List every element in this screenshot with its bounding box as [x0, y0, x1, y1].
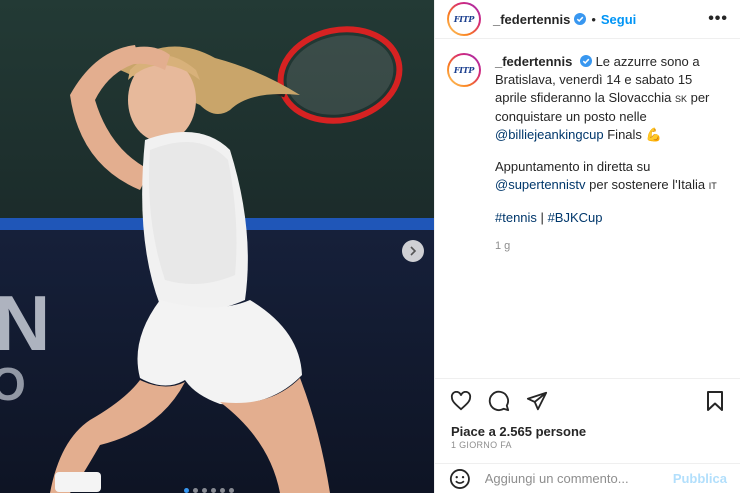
muscle-emoji: 💪 — [645, 127, 662, 142]
carousel-dot — [229, 488, 234, 493]
avatar-inner: FITP — [449, 55, 479, 85]
share-icon — [526, 391, 548, 410]
hashtag-separator: | — [540, 210, 544, 225]
bookmark-icon — [707, 390, 723, 411]
follow-button[interactable]: Segui — [601, 12, 636, 27]
avatar-logo: FITP — [453, 65, 475, 75]
carousel-dot — [193, 488, 198, 493]
comment-icon — [488, 390, 510, 411]
post-header: FITP _federtennis • Segui ••• — [435, 0, 740, 39]
avatar[interactable]: FITP — [447, 2, 481, 36]
avatar-logo: FITP — [453, 14, 475, 24]
heart-icon — [450, 390, 472, 410]
caption-username[interactable]: _federtennis — [495, 54, 572, 69]
svg-text:O: O — [0, 358, 26, 410]
flag-it: IT — [708, 181, 717, 191]
more-options-button[interactable]: ••• — [708, 10, 728, 28]
post-side-panel: FITP _federtennis • Segui ••• FITP _fede… — [434, 0, 740, 493]
mention-supertennistv[interactable]: @supertennistv — [495, 177, 586, 192]
caption-avatar[interactable]: FITP — [447, 53, 481, 87]
post-date[interactable]: 1 GIORNO FA — [451, 440, 512, 450]
post-photo[interactable]: N O — [0, 0, 434, 493]
save-button[interactable] — [703, 389, 727, 413]
separator-dot: • — [591, 11, 596, 27]
hashtag-tennis[interactable]: #tennis — [495, 210, 537, 225]
chevron-right-icon — [410, 246, 417, 256]
mention-billiejeankingcup[interactable]: @billiejeankingcup — [495, 127, 604, 142]
publish-button[interactable]: Pubblica — [673, 471, 727, 486]
caption-text: _federtennis Le azzurre sono a Bratislav… — [495, 53, 727, 255]
share-button[interactable] — [525, 389, 549, 413]
carousel-indicator — [184, 488, 234, 493]
avatar-inner: FITP — [449, 4, 479, 34]
flag-sk: SK — [674, 94, 687, 104]
like-button[interactable] — [449, 389, 473, 413]
caption-line-2b: per sostenere l'Italia — [589, 177, 706, 192]
username[interactable]: _federtennis — [493, 12, 570, 27]
caption-line-2: Appuntamento in diretta su — [495, 159, 651, 174]
carousel-dot — [202, 488, 207, 493]
verified-icon — [579, 55, 592, 67]
carousel-dot — [211, 488, 216, 493]
carousel-dot — [184, 488, 189, 493]
svg-text:N: N — [0, 279, 50, 367]
tennis-player-image: N O — [0, 0, 434, 493]
emoji-icon[interactable] — [449, 468, 471, 490]
post-caption: FITP _federtennis Le azzurre sono a Brat… — [435, 39, 740, 255]
likes-count[interactable]: Piace a 2.565 persone — [451, 424, 586, 439]
caption-line-1c: Finals — [607, 127, 642, 142]
verified-icon — [574, 13, 587, 25]
caption-time[interactable]: 1 g — [495, 237, 727, 255]
action-bar — [435, 378, 740, 422]
carousel-dot — [220, 488, 225, 493]
comment-input[interactable] — [484, 471, 673, 486]
comment-bar: Pubblica — [435, 463, 740, 493]
hashtag-bjkcup[interactable]: #BJKCup — [548, 210, 603, 225]
next-photo-button[interactable] — [402, 240, 424, 262]
comment-button[interactable] — [487, 389, 511, 413]
